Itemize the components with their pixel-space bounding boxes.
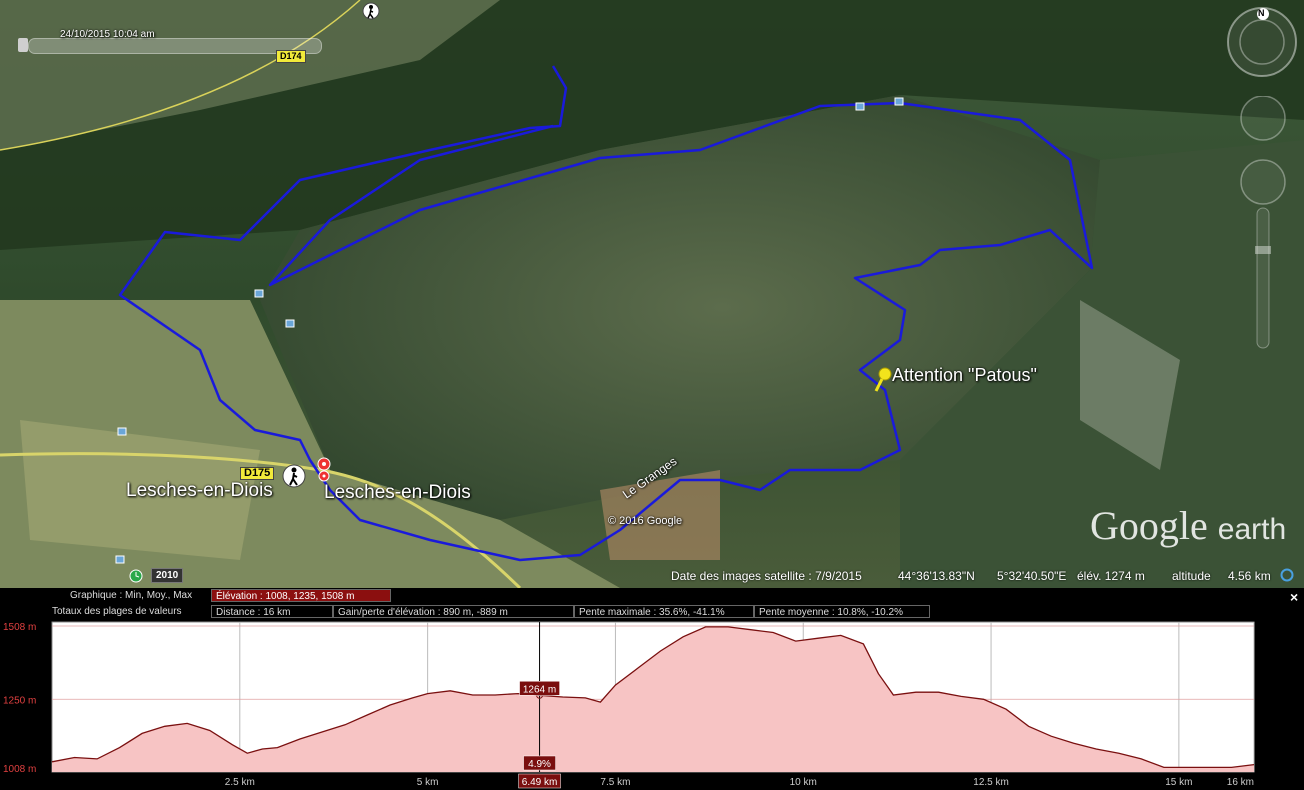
x-tick-label: 10 km: [790, 777, 817, 788]
altitude-label: altitude: [1172, 569, 1211, 583]
placemark-label[interactable]: Attention "Patous": [892, 365, 1037, 386]
cursor-distance-label: 6.49 km: [522, 777, 558, 788]
place-label: Lesches-en-Diois: [324, 482, 471, 503]
cursor-elevation-label: 1264 m: [523, 684, 556, 695]
compass-north-label: N: [1258, 8, 1265, 18]
y-tick-label: 1250 m: [3, 695, 36, 706]
latitude: 44°36'13.83"N: [898, 569, 975, 583]
copyright-text: © 2016 Google: [608, 515, 683, 527]
elevation-summary[interactable]: Élévation : 1008, 1235, 1508 m: [211, 589, 391, 602]
google-earth-logo: Google earth: [1090, 503, 1287, 548]
place-label: Lesches-en-Diois: [126, 480, 273, 501]
y-tick-label: 1008 m: [3, 764, 36, 775]
x-tick-label: 5 km: [417, 777, 439, 788]
cursor-slope-label: 4.9%: [528, 759, 551, 770]
status-bar: Date des images satellite : 7/9/2015 44°…: [0, 566, 1304, 586]
hiker-icon[interactable]: [362, 2, 380, 20]
y-tick-label: 1508 m: [3, 622, 36, 633]
avg-slope-value: Pente moyenne : 10.8%, -10.2%: [754, 605, 930, 618]
totals-label: Totaux des plages de valeurs: [52, 606, 182, 617]
elevation-gain-value: Gain/perte d'élévation : 890 m, -889 m: [333, 605, 574, 618]
hiker-icon[interactable]: [282, 464, 306, 488]
distance-value: Distance : 16 km: [211, 605, 333, 618]
streaming-indicator-icon: [1280, 568, 1294, 582]
graph-label: Graphique : Min, Moy., Max: [70, 590, 193, 601]
altitude-value: 4.56 km: [1228, 569, 1271, 583]
x-tick-label: 7.5 km: [600, 777, 630, 788]
pushpin-icon[interactable]: [872, 366, 894, 394]
x-tick-label: 15 km: [1165, 777, 1192, 788]
longitude: 5°32'40.50"E: [997, 569, 1067, 583]
time-slider-handle[interactable]: [18, 38, 28, 52]
timestamp-label: 24/10/2015 10:04 am: [60, 29, 155, 40]
x-tick-label: 16 km: [1227, 777, 1254, 788]
imagery-date: Date des images satellite : 7/9/2015: [671, 569, 862, 583]
elevation-profile-chart[interactable]: 1508 m 1250 m 1008 m 2.5 km 5 km 7.5 km 10 km…: [0, 618, 1304, 790]
location-pin-icon[interactable]: [316, 456, 332, 482]
elevation-readout: élév. 1274 m: [1077, 569, 1145, 583]
x-tick-label: 12.5 km: [973, 777, 1009, 788]
x-tick-label: 2.5 km: [225, 777, 255, 788]
map-view[interactable]: 24/10/2015 10:04 am D174 D175 Lesches-en…: [0, 0, 1304, 588]
navigation-controls[interactable]: [1238, 96, 1288, 356]
close-panel-button[interactable]: ×: [1290, 589, 1298, 605]
road-label-d175: D175: [240, 467, 275, 480]
road-label-d174: D174: [276, 50, 306, 63]
max-slope-value: Pente maximale : 35.6%, -41.1%: [574, 605, 754, 618]
